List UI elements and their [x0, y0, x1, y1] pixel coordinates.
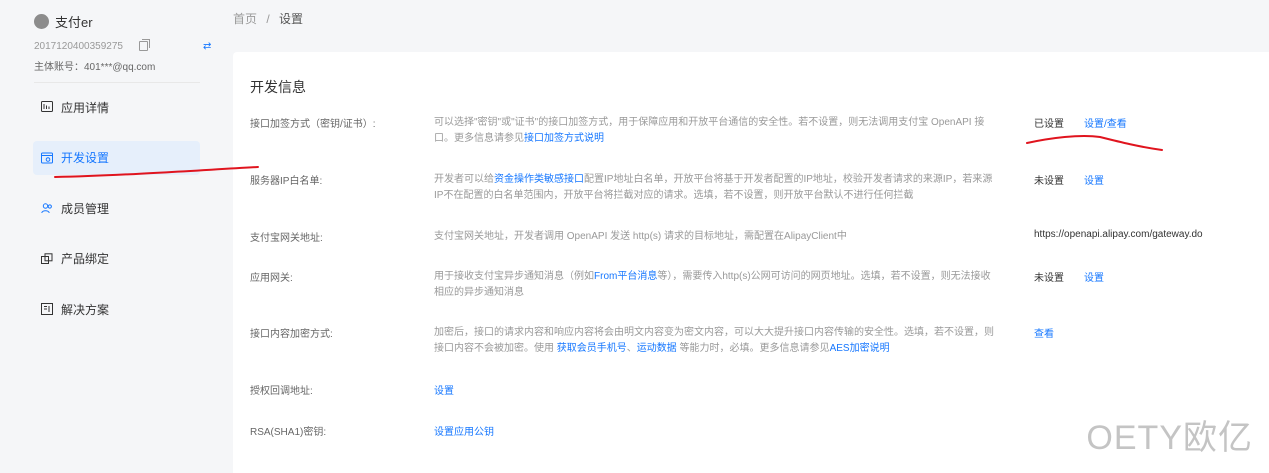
- row-description: 用于接收支付宝异步通知消息（例如From平台消息等），需要传入http(s)公网…: [434, 269, 994, 301]
- sidebar-item-label: 产品绑定: [61, 252, 110, 266]
- account-info: 主体账号：401***@qq.com: [34, 62, 156, 73]
- copy-icon[interactable]: [138, 39, 150, 51]
- content-encrypt-view-link[interactable]: 查看: [1034, 325, 1054, 340]
- section-title: 开发信息: [250, 79, 306, 95]
- sidebar-item-members[interactable]: 成员管理: [33, 191, 200, 225]
- desc-text: 、: [626, 343, 637, 354]
- status-text: 已设置: [1034, 119, 1064, 130]
- row-description: 加密后，接口的请求内容和响应内容将会由明文内容变为密文内容，可以大大提升接口内容…: [434, 325, 994, 357]
- sidebar-item-label: 应用详情: [61, 100, 110, 115]
- sidebar-item-label: 成员管理: [61, 201, 110, 216]
- breadcrumb-separator: /: [266, 12, 270, 26]
- row-label: 服务器IP白名单:: [250, 176, 323, 187]
- whitelist-settings-link[interactable]: 设置: [1084, 172, 1104, 187]
- sidebar-nav: 应用详情 开发设置 成员管理 产品绑定 解决方案: [33, 90, 200, 343]
- desc-text: 等能力时，必填。更多信息请参见: [676, 343, 830, 354]
- set-app-public-key-link[interactable]: 设置应用公钥: [434, 423, 494, 438]
- row-description: 开发者可以给资金操作类敏感接口配置IP地址白名单，开放平台将基于开发者配置的IP…: [434, 172, 994, 204]
- sidebar-item-dev-settings[interactable]: 开发设置: [33, 140, 200, 175]
- app-name: 支付er: [55, 14, 93, 30]
- desc-text: 开发者可以给: [434, 174, 494, 185]
- status-text: 未设置: [1034, 176, 1064, 187]
- app-header: 支付er 2017120400359275 ⇄ 主体账号：401***@qq.c…: [0, 0, 212, 73]
- sensitive-api-link[interactable]: 资金操作类敏感接口: [494, 174, 584, 185]
- row-label: 接口加签方式（密钥/证书）:: [250, 119, 376, 130]
- breadcrumb-current: 设置: [279, 12, 304, 26]
- desc-text: 用于接收支付宝异步通知消息（例如: [434, 271, 594, 282]
- platform-message-link[interactable]: From平台消息: [594, 271, 657, 282]
- sidebar-item-product-bind[interactable]: 产品绑定: [33, 242, 200, 276]
- sign-method-doc-link[interactable]: 接口加签方式说明: [524, 133, 604, 144]
- app-gateway-settings-link[interactable]: 设置: [1084, 269, 1104, 284]
- app-detail-icon: [41, 101, 53, 113]
- product-bind-icon: [41, 252, 53, 265]
- row-label: 接口内容加密方式:: [250, 329, 333, 340]
- solution-icon: [41, 303, 53, 315]
- auth-callback-settings-link[interactable]: 设置: [434, 382, 454, 397]
- desc-text: 可以选择"密钥"或"证书"的接口加签方式，用于保障应用和开放平台通信的安全性。若…: [434, 117, 985, 144]
- watermark: OETY欧亿: [1086, 419, 1253, 457]
- sidebar-item-solution[interactable]: 解决方案: [33, 292, 200, 326]
- row-label: 应用网关:: [250, 273, 293, 284]
- app-avatar: [34, 13, 49, 29]
- dev-settings-icon: [41, 152, 53, 164]
- app-id: 2017120400359275: [34, 40, 123, 52]
- switch-app-icon[interactable]: ⇄: [203, 41, 211, 52]
- member-phone-link[interactable]: 获取会员手机号: [557, 343, 627, 354]
- sidebar-item-app-detail[interactable]: 应用详情: [33, 90, 200, 124]
- sidebar: 支付er 2017120400359275 ⇄ 主体账号：401***@qq.c…: [0, 0, 212, 473]
- sidebar-item-label: 解决方案: [61, 302, 110, 317]
- row-label: RSA(SHA1)密钥:: [250, 427, 327, 438]
- sidebar-item-label: 开发设置: [61, 151, 110, 165]
- status-text: 未设置: [1034, 273, 1064, 284]
- row-description: 支付宝网关地址，开发者调用 OpenAPI 发送 http(s) 请求的目标地址…: [434, 231, 847, 242]
- gateway-url: https://openapi.alipay.com/gateway.do: [1034, 229, 1203, 240]
- row-label: 支付宝网关地址:: [250, 233, 323, 244]
- sign-method-settings-link[interactable]: 设置/查看: [1084, 115, 1127, 130]
- aes-doc-link[interactable]: AES加密说明: [830, 343, 890, 354]
- members-icon: [41, 202, 53, 214]
- row-description: 可以选择"密钥"或"证书"的接口加签方式，用于保障应用和开放平台通信的安全性。若…: [434, 115, 994, 147]
- sidebar-divider: [34, 82, 200, 83]
- sport-data-link[interactable]: 运动数据: [637, 343, 677, 354]
- breadcrumb-home[interactable]: 首页: [233, 12, 257, 26]
- row-label: 授权回调地址:: [250, 386, 313, 397]
- breadcrumb: 首页 / 设置: [233, 10, 303, 27]
